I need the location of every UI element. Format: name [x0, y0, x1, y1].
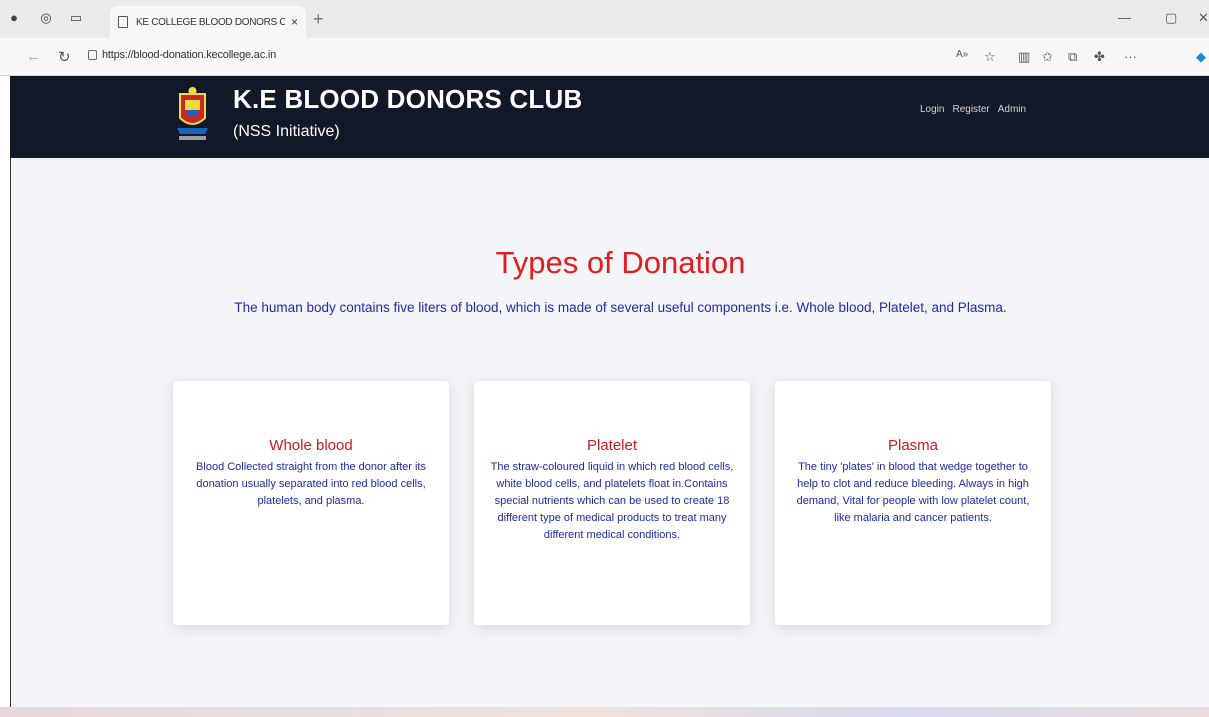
- card-heading: Whole blood: [269, 437, 353, 454]
- url-field[interactable]: https://blood-donation.kecollege.ac.in: [102, 49, 276, 61]
- back-icon[interactable]: ←: [26, 48, 41, 65]
- nav-login-link[interactable]: Login: [920, 104, 944, 115]
- brand-title: K.E BLOOD DONORS CLUB: [233, 84, 583, 114]
- profile-icon[interactable]: ●: [4, 8, 24, 28]
- restore-icon[interactable]: ▢: [1165, 10, 1177, 26]
- nav-register-link[interactable]: Register: [952, 104, 989, 115]
- browser-tab[interactable]: KE COLLEGE BLOOD DONORS CL ×: [110, 6, 306, 38]
- tab-title: KE COLLEGE BLOOD DONORS CL: [136, 16, 285, 28]
- more-icon[interactable]: ···: [1124, 49, 1137, 64]
- page-icon: [118, 16, 128, 28]
- card-heading: Platelet: [586, 437, 638, 454]
- college-logo-icon: [177, 87, 208, 140]
- workspaces-icon[interactable]: ◎: [36, 8, 56, 28]
- browser-tab-bar: ● ◎ ▭ KE COLLEGE BLOOD DONORS CL × + — ▢…: [0, 0, 1209, 38]
- favorite-icon[interactable]: ☆: [984, 49, 996, 65]
- favorites-icon[interactable]: ✩: [1042, 49, 1053, 65]
- card-plasma: Plasma The tiny 'plates' in blood that w…: [775, 381, 1051, 625]
- site-header: K.E BLOOD DONORS CLUB (NSS Initiative) L…: [10, 76, 1209, 158]
- tab-actions-icon[interactable]: ▭: [66, 8, 86, 28]
- card-whole-blood: Whole blood Blood Collected straight fro…: [173, 381, 449, 625]
- card-text: The tiny 'plates' in blood that wedge to…: [796, 461, 1030, 524]
- split-screen-icon[interactable]: ▥: [1018, 49, 1030, 65]
- new-tab-button[interactable]: +: [313, 9, 324, 30]
- address-bar-row: ← ↻ https://blood-donation.kecollege.ac.…: [0, 38, 1209, 76]
- page-title: Types of Donation: [495, 245, 746, 280]
- nav-admin-link[interactable]: Admin: [998, 104, 1026, 115]
- main-content: Types of Donation The human body contain…: [10, 158, 1209, 707]
- extensions-icon[interactable]: ✤: [1094, 49, 1105, 65]
- collections-icon[interactable]: ⧉: [1068, 49, 1077, 65]
- lock-icon[interactable]: [88, 50, 97, 60]
- card-text: The straw-coloured liquid in which red b…: [490, 461, 734, 541]
- close-window-icon[interactable]: ✕: [1198, 10, 1209, 26]
- card-heading: Plasma: [887, 437, 939, 454]
- card-platelet: Platelet The straw-coloured liquid in wh…: [474, 381, 750, 625]
- card-text: Blood Collected straight from the donor …: [196, 461, 426, 507]
- refresh-icon[interactable]: ↻: [58, 48, 71, 66]
- main-nav: Login Register Admin: [920, 104, 1026, 115]
- brand-tagline: (NSS Initiative): [233, 123, 340, 140]
- copilot-icon[interactable]: ◆: [1196, 49, 1206, 65]
- close-tab-icon[interactable]: ×: [291, 15, 298, 29]
- read-aloud-icon[interactable]: A»: [956, 49, 968, 60]
- footer-strip: [0, 707, 1209, 717]
- minimize-icon[interactable]: —: [1118, 10, 1131, 25]
- page-subtitle: The human body contains five liters of b…: [234, 300, 1007, 315]
